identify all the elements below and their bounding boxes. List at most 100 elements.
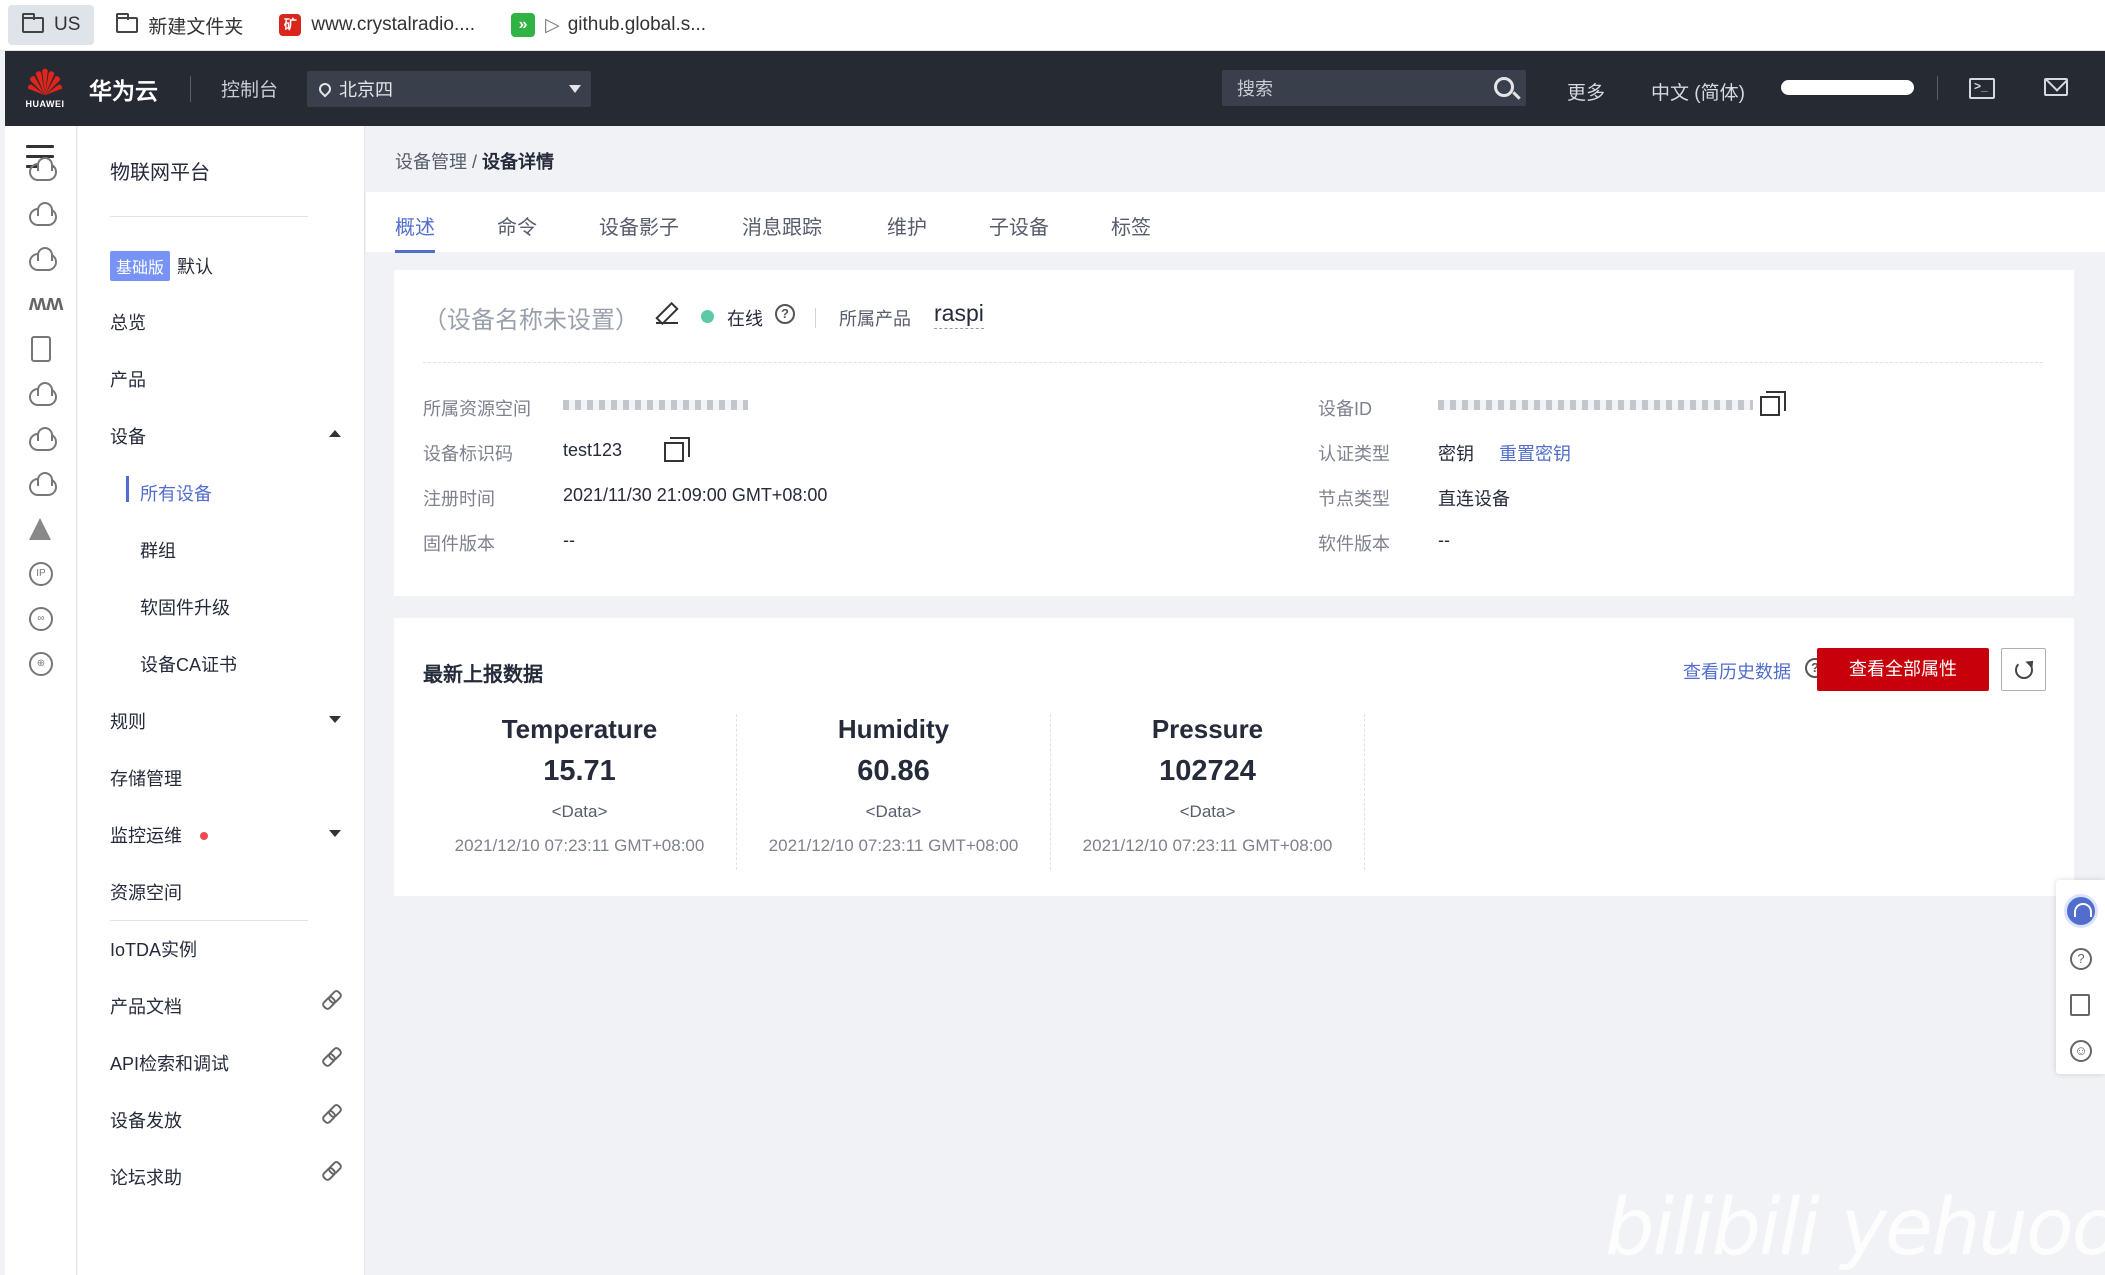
more-menu[interactable]: 更多: [1567, 78, 1605, 105]
reg-time-value: 2021/11/30 21:09:00 GMT+08:00: [563, 485, 828, 505]
cloud-service-icon[interactable]: [29, 382, 57, 408]
nav-item-resource-space[interactable]: 资源空间: [110, 879, 182, 905]
breadcrumb: 设备管理 / 设备详情: [395, 152, 555, 172]
region-select[interactable]: 北京四: [307, 70, 592, 107]
bookmark-new-folder[interactable]: 新建文件夹: [102, 5, 257, 45]
ip-icon[interactable]: IP: [29, 562, 57, 586]
mail-icon[interactable]: [2044, 78, 2068, 96]
caret-up-icon[interactable]: [329, 430, 341, 437]
device-info-card: （设备名称未设置） 在线 ? 所属产品 raspi 所属资源空间 设备标识码 t…: [394, 270, 2074, 596]
tab-subdevices[interactable]: 子设备: [989, 211, 1049, 240]
nav-item-overview[interactable]: 总览: [110, 309, 146, 335]
globe-icon[interactable]: ⊕: [29, 652, 57, 676]
device-id-label: 设备ID: [1318, 399, 1372, 419]
cloud-service-icon[interactable]: [29, 472, 57, 498]
nav-item-docs[interactable]: 产品文档: [110, 993, 182, 1019]
bookmark-crystalradio[interactable]: 矿 www.crystalradio....: [265, 5, 489, 45]
wave-service-icon[interactable]: ʍʍ: [29, 292, 63, 314]
tab-tags[interactable]: 标签: [1111, 211, 1151, 240]
node-type-value: 直连设备: [1438, 489, 1510, 509]
software-value: --: [1438, 530, 1450, 550]
product-link[interactable]: raspi: [934, 300, 984, 329]
tab-message-trace[interactable]: 消息跟踪: [742, 211, 822, 240]
divider: [815, 308, 816, 328]
device-id-value-redacted: [1438, 400, 1753, 410]
cloud-service-icon[interactable]: [29, 247, 57, 273]
huawei-logo[interactable]: HUAWEI: [22, 64, 68, 114]
service-icon-rail: ʍʍ IP ∞ ⊕: [5, 126, 77, 1275]
cloud-service-icon[interactable]: [29, 157, 57, 183]
copy-icon[interactable]: [1760, 391, 1786, 416]
device-name: （设备名称未设置）: [423, 307, 639, 334]
caret-down-icon[interactable]: [329, 716, 341, 723]
copy-icon[interactable]: [664, 437, 690, 462]
help-icon[interactable]: ?: [775, 304, 795, 324]
property-name: Temperature: [501, 714, 658, 744]
nav-item-ca-cert[interactable]: 设备CA证书: [140, 651, 237, 677]
property-time: 2021/12/10 07:23:11 GMT+08:00: [768, 836, 1019, 855]
caret-down-icon[interactable]: [329, 830, 341, 837]
sail-icon[interactable]: [29, 518, 57, 540]
identifier-label: 设备标识码: [423, 444, 513, 464]
reg-time-label: 注册时间: [423, 489, 495, 509]
bookmark-us[interactable]: US: [8, 5, 95, 45]
cloud-service-icon[interactable]: [29, 202, 57, 228]
tab-overview[interactable]: 概述: [395, 211, 435, 253]
search-input[interactable]: 搜索: [1222, 70, 1526, 106]
location-pin-icon: [316, 80, 334, 97]
language-select[interactable]: 中文 (简体): [1651, 78, 1745, 105]
nav-item-devices[interactable]: 设备: [110, 423, 146, 449]
customer-service-icon[interactable]: [2064, 894, 2098, 928]
console-link[interactable]: 控制台: [221, 75, 278, 102]
nav-item-ota[interactable]: 软固件升级: [140, 594, 230, 620]
nav-item-products[interactable]: 产品: [110, 366, 146, 392]
edition-switch[interactable]: 基础版 默认: [110, 251, 213, 281]
nav-divider: [110, 920, 308, 921]
top-header: HUAWEI 华为云 控制台 北京四 搜索 更多 中文 (简体): [5, 51, 2105, 126]
nav-item-api[interactable]: API检索和调试: [110, 1050, 229, 1076]
terminal-icon[interactable]: [1969, 78, 1995, 99]
tab-maintenance[interactable]: 维护: [887, 211, 927, 240]
history-data-link[interactable]: 查看历史数据: [1683, 658, 1791, 684]
cloud-upload-icon[interactable]: [29, 427, 57, 453]
tab-device-shadow[interactable]: 设备影子: [599, 211, 679, 240]
view-all-properties-button[interactable]: 查看全部属性: [1817, 648, 1989, 691]
resource-space-value-redacted: [563, 400, 748, 410]
nav-item-storage[interactable]: 存储管理: [110, 765, 182, 791]
help-icon[interactable]: ?: [2070, 948, 2092, 970]
nav-item-rules[interactable]: 规则: [110, 708, 146, 734]
nav-item-all-devices[interactable]: 所有设备: [126, 476, 212, 506]
divider: [423, 362, 2043, 363]
tab-commands[interactable]: 命令: [497, 211, 537, 240]
firmware-label: 固件版本: [423, 534, 495, 554]
external-link-icon: [322, 990, 340, 1008]
property-time: 2021/12/10 07:23:11 GMT+08:00: [1082, 836, 1333, 855]
user-account-redacted[interactable]: [1781, 80, 1914, 95]
nav-item-provisioning[interactable]: 设备发放: [110, 1107, 182, 1133]
cluster-icon[interactable]: ∞: [29, 607, 57, 631]
feedback-icon[interactable]: [2070, 994, 2090, 1016]
watermark: bilibili yehuoone: [1605, 1183, 2105, 1273]
device-service-icon[interactable]: [29, 336, 57, 362]
external-link-icon: [322, 1104, 340, 1122]
firmware-value: --: [563, 530, 575, 550]
nav-item-iotda[interactable]: IoTDA实例: [110, 936, 197, 962]
search-icon[interactable]: [1494, 77, 1514, 97]
device-status: 在线: [727, 309, 763, 329]
property-type: <Data>: [865, 802, 922, 821]
nav-item-monitoring[interactable]: 监控运维: [110, 822, 182, 848]
caret-down-icon: [569, 84, 582, 93]
brand-name[interactable]: 华为云: [89, 72, 158, 106]
nav-item-groups[interactable]: 群组: [140, 537, 176, 563]
detail-tabs: 概述 命令 设备影子 消息跟踪 维护 子设备 标签: [366, 192, 2105, 253]
smile-icon[interactable]: ☺: [2070, 1040, 2092, 1062]
folder-icon: [21, 13, 44, 33]
reset-key-link[interactable]: 重置密钥: [1499, 440, 1571, 466]
nav-item-forum[interactable]: 论坛求助: [110, 1164, 182, 1190]
refresh-icon[interactable]: [2001, 648, 2046, 691]
edit-icon[interactable]: [656, 302, 678, 324]
bookmarks-bar: US 新建文件夹 矿 www.crystalradio.... » ▷ gith…: [0, 0, 2105, 51]
play-icon: ▷: [545, 14, 560, 36]
bookmark-github[interactable]: » ▷ github.global.s...: [497, 5, 720, 45]
breadcrumb-parent[interactable]: 设备管理: [395, 152, 467, 172]
